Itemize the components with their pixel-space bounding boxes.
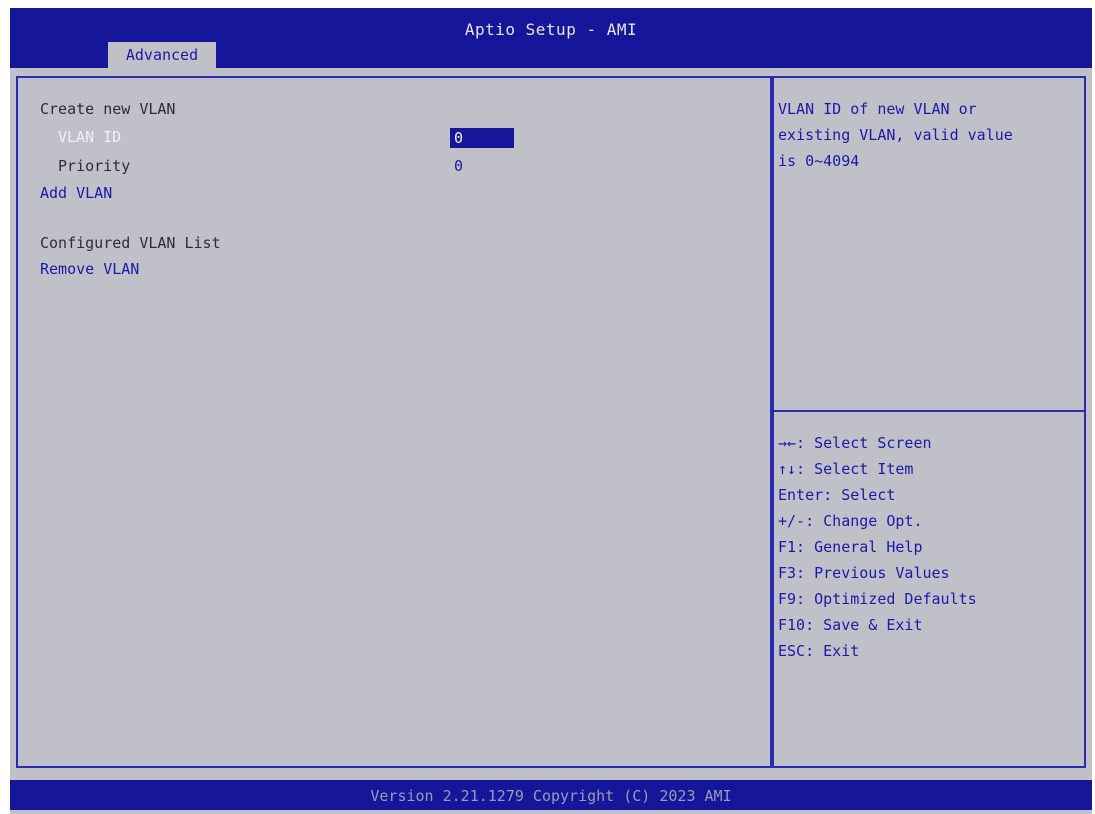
configured-vlan-heading: Configured VLAN List bbox=[40, 234, 221, 252]
bios-screen: Aptio Setup - AMI Advanced Create new VL… bbox=[10, 8, 1092, 814]
key-hint-save-exit: F10: Save & Exit bbox=[778, 616, 923, 634]
key-hint-enter: Enter: Select bbox=[778, 486, 896, 504]
help-panel: VLAN ID of new VLAN or existing VLAN, va… bbox=[772, 76, 1086, 768]
app-title: Aptio Setup - AMI bbox=[464, 20, 638, 39]
help-divider bbox=[774, 410, 1084, 412]
help-text-line: is 0~4094 bbox=[778, 152, 860, 170]
create-vlan-heading: Create new VLAN bbox=[40, 100, 176, 118]
help-text-line: existing VLAN, valid value bbox=[778, 126, 1013, 144]
vlan-id-label[interactable]: VLAN ID bbox=[58, 128, 121, 146]
key-hint-previous-values: F3: Previous Values bbox=[778, 564, 950, 582]
priority-field[interactable]: 0 bbox=[454, 157, 463, 175]
settings-panel: Create new VLAN VLAN ID 0 Priority 0 Add… bbox=[16, 76, 772, 768]
vlan-id-field[interactable]: 0 bbox=[450, 128, 514, 148]
title-bar: Aptio Setup - AMI Advanced bbox=[10, 8, 1092, 68]
key-hint-exit: ESC: Exit bbox=[778, 642, 860, 660]
priority-label[interactable]: Priority bbox=[58, 157, 130, 175]
key-hint-general-help: F1: General Help bbox=[778, 538, 923, 556]
key-hint-change-opt: +/-: Change Opt. bbox=[778, 512, 923, 530]
key-hint-select-item: ↑↓: Select Item bbox=[778, 460, 914, 478]
key-hint-optimized-defaults: F9: Optimized Defaults bbox=[778, 590, 977, 608]
help-text-line: VLAN ID of new VLAN or bbox=[778, 100, 977, 118]
footer-bar: Version 2.21.1279 Copyright (C) 2023 AMI bbox=[10, 780, 1092, 810]
tab-advanced[interactable]: Advanced bbox=[108, 42, 216, 68]
version-text: Version 2.21.1279 Copyright (C) 2023 AMI bbox=[370, 787, 732, 805]
add-vlan-item[interactable]: Add VLAN bbox=[40, 184, 112, 202]
key-hint-select-screen: →←: Select Screen bbox=[778, 434, 932, 452]
remove-vlan-item[interactable]: Remove VLAN bbox=[40, 260, 139, 278]
